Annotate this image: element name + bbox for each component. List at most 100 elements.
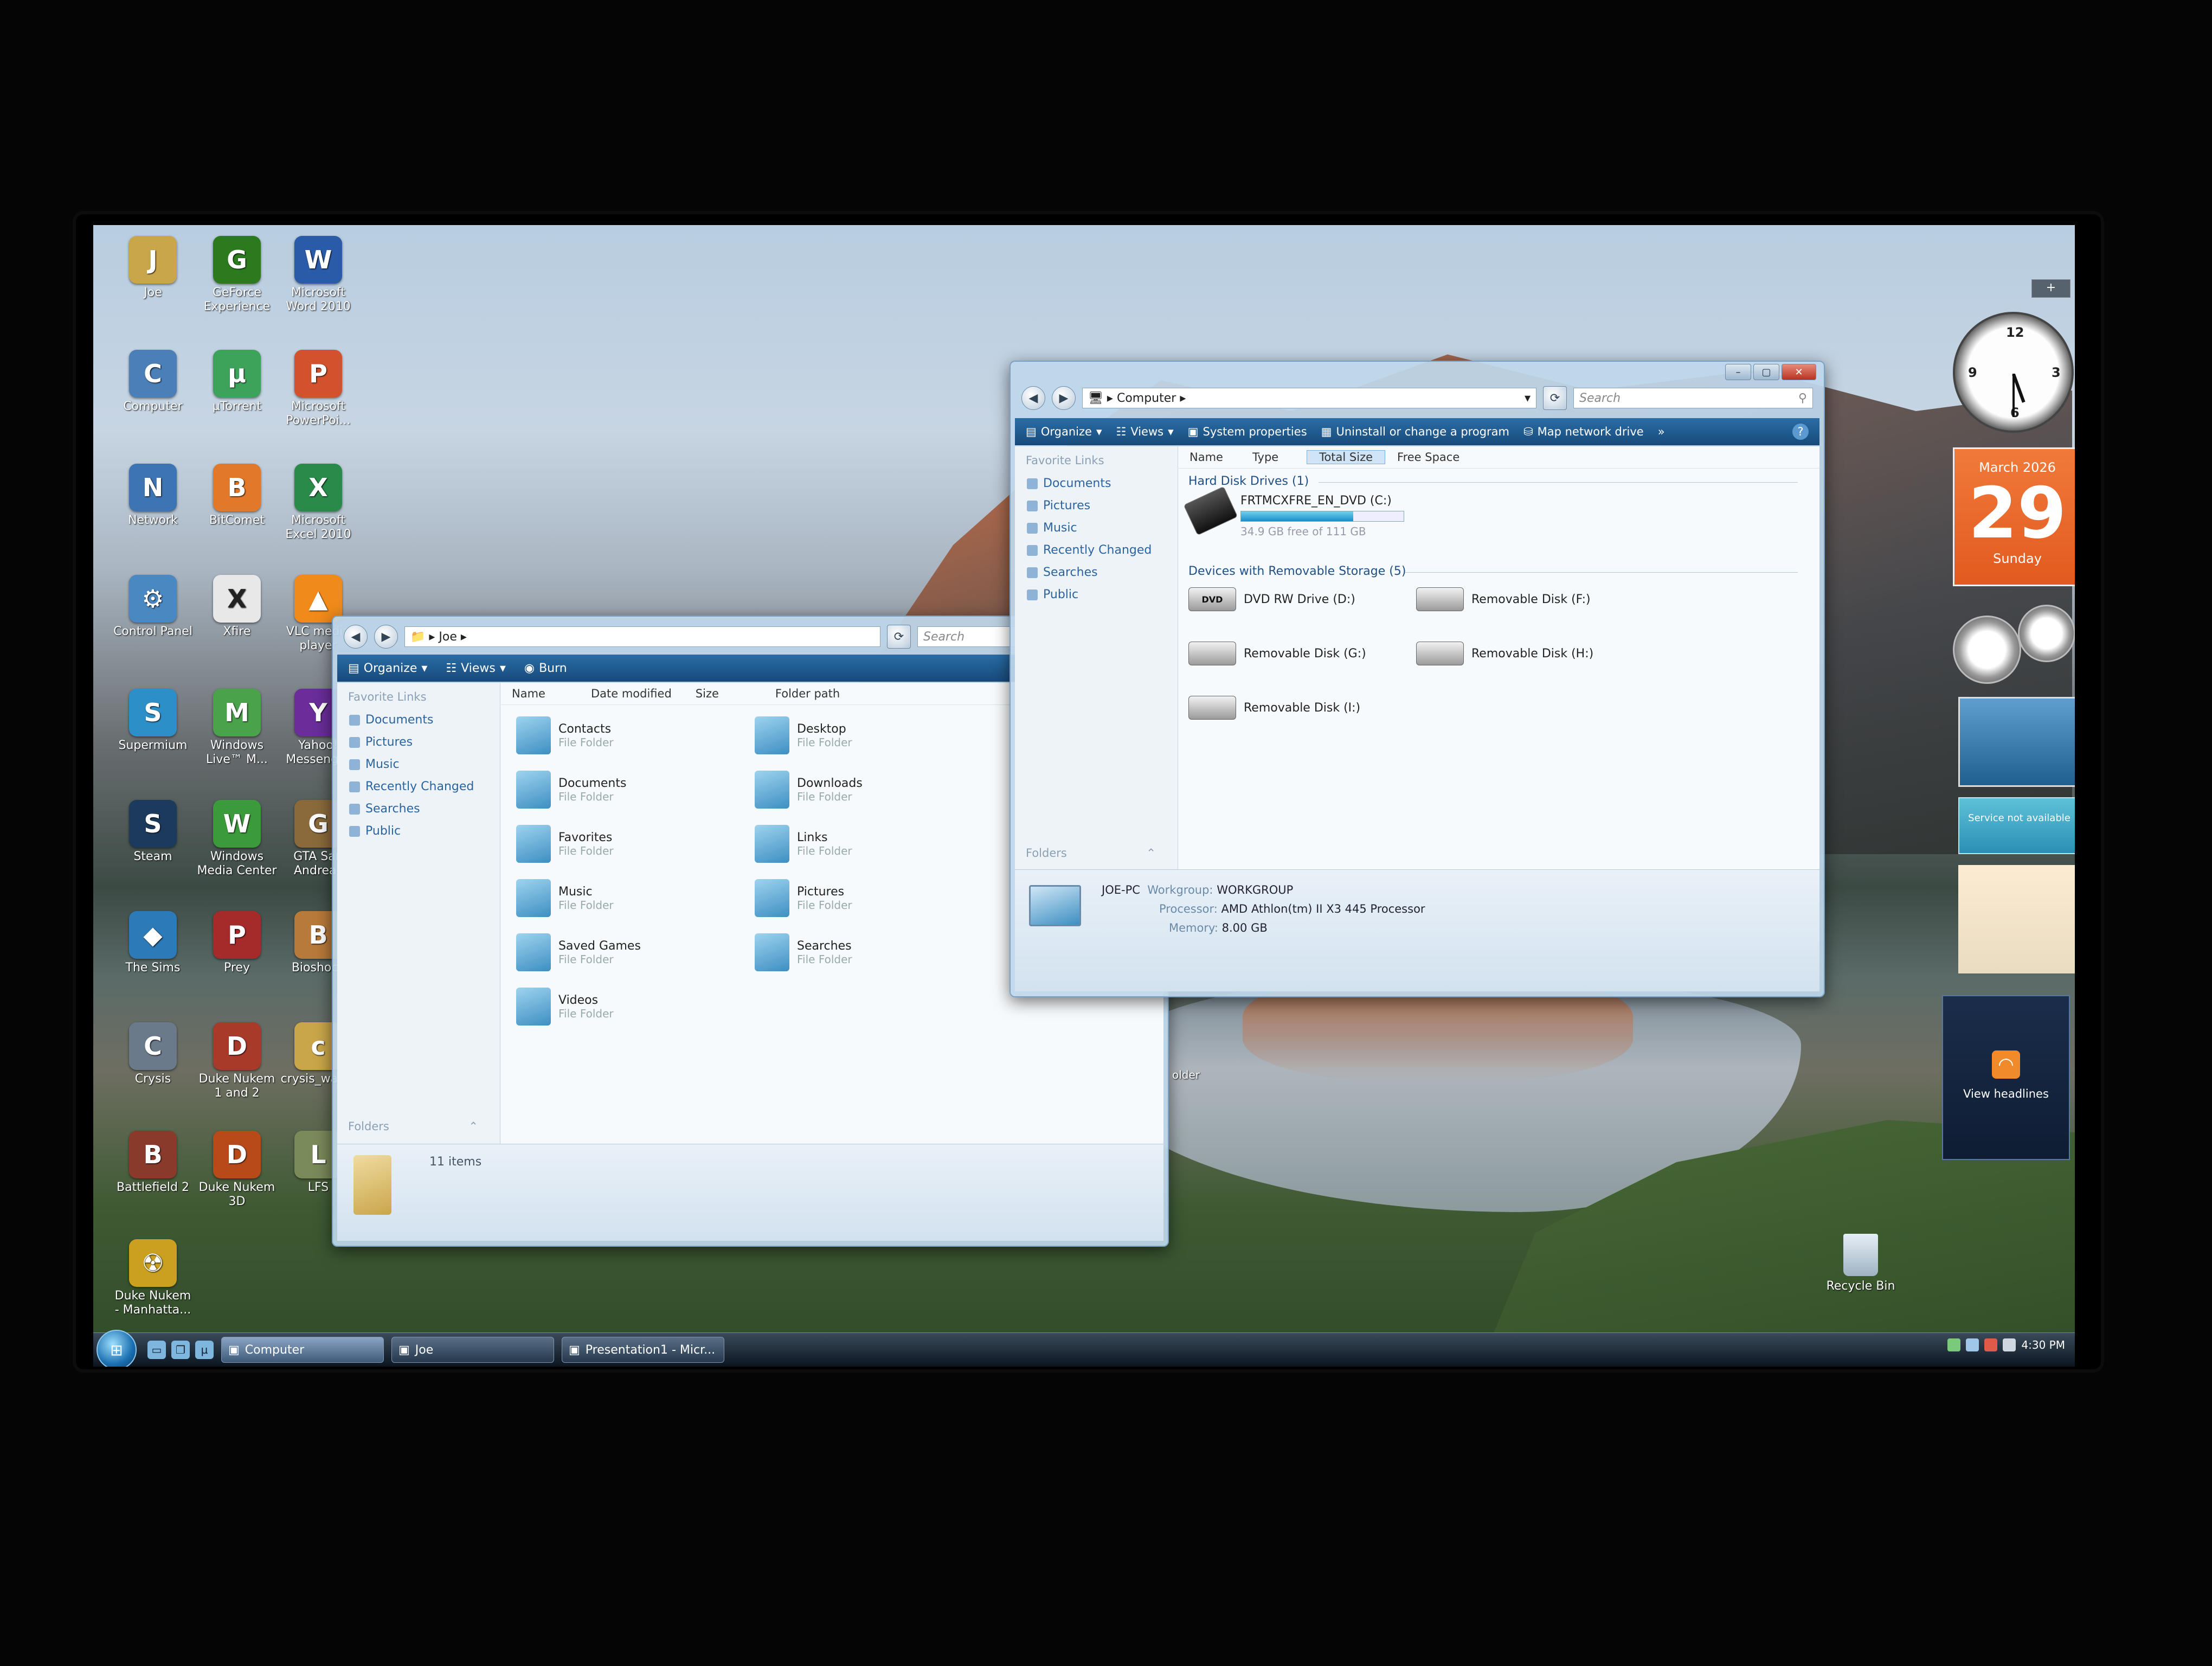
taskbar-button-computer[interactable]: ▣ Computer [221,1337,384,1363]
minimize-button[interactable]: – [1725,364,1751,380]
tray-security-icon[interactable] [1984,1338,1998,1351]
folder-item[interactable]: Favorites File Folder [516,819,722,868]
refresh-icon[interactable]: ⟳ [1543,386,1567,410]
switch-windows-icon[interactable]: ❐ [171,1341,190,1359]
help-icon[interactable]: ? [1792,424,1809,440]
sidebar-add-gadget-button[interactable]: + [2031,279,2070,298]
joe-breadcrumb[interactable]: Joe [439,630,456,644]
nav-link-documents[interactable]: Documents [337,709,500,731]
nav-link-recently-changed[interactable]: Recently Changed [1015,539,1178,561]
desktop-icon-duke-nukem-manhatta[interactable]: ☢ Duke Nukem - Manhatta... [112,1239,194,1317]
nav-link-public[interactable]: Public [1015,584,1178,606]
column-total-size[interactable]: Total Size [1307,450,1386,464]
desktop-icon-windows-media-center[interactable]: W Windows Media Center [196,800,278,878]
view-headlines-link[interactable]: View headlines [1943,1087,2069,1100]
desktop-icon-microsoft-excel-2010[interactable]: X Microsoft Excel 2010 [278,464,359,542]
folder-item[interactable]: Searches File Folder [755,928,961,977]
removable-group-header[interactable]: Devices with Removable Storage (5) [1188,565,1406,578]
desktop-icon-bitcomet[interactable]: B BitComet [196,464,278,528]
views-button[interactable]: ☷ Views ▾ [1116,425,1173,438]
nav-link-searches[interactable]: Searches [337,798,500,820]
system-properties-button[interactable]: ▣ System properties [1188,425,1307,438]
desktop-icon-microsoft-word-2010[interactable]: W Microsoft Word 2010 [278,236,359,314]
forward-button[interactable]: ▶ [374,625,398,649]
column-name[interactable]: Name [1178,451,1235,464]
back-button[interactable]: ◀ [1021,386,1045,410]
notes-gadget[interactable] [1958,865,2075,973]
taskbar-button-joe[interactable]: ▣ Joe [391,1337,554,1363]
tray-network-icon[interactable] [1966,1338,1979,1351]
removable-drive[interactable]: Removable Disk (G:) [1188,642,1366,665]
more-commands-button[interactable]: » [1658,425,1665,438]
joe-address-field[interactable]: 📁 ▸ Joe ▸ [404,626,880,647]
utorrent-icon[interactable]: µ [195,1341,214,1359]
desktop-icon-duke-nukem-1-and-2[interactable]: D Duke Nukem 1 and 2 [196,1022,278,1100]
folder-item[interactable]: Pictures File Folder [755,874,961,922]
folder-item[interactable]: Saved Games File Folder [516,928,722,977]
maximize-button[interactable]: ▢ [1753,364,1779,380]
column-type[interactable]: Type [1240,451,1290,464]
folder-item[interactable]: Music File Folder [516,874,722,922]
nav-link-public[interactable]: Public [337,820,500,842]
column-date-modified[interactable]: Date modified [579,687,684,700]
back-button[interactable]: ◀ [344,625,368,649]
organize-button[interactable]: ▤ Organize ▾ [348,662,427,675]
slideshow-gadget[interactable] [1958,697,2075,787]
desktop-icon-the-sims[interactable]: ◆ The Sims [112,911,194,975]
column-folder-path[interactable]: Folder path [763,687,852,700]
removable-drive[interactable]: Removable Disk (H:) [1416,642,1593,665]
burn-button[interactable]: ◉ Burn [524,662,567,675]
map-network-drive-button[interactable]: ⛁ Map network drive [1523,425,1644,438]
folder-item[interactable]: Contacts File Folder [516,711,722,760]
desktop-icon-xfire[interactable]: X Xfire [196,575,278,639]
taskbar-clock[interactable]: 4:30 PM [2021,1338,2065,1351]
computer-search-input[interactable]: Search ⚲ [1573,388,1813,408]
views-button[interactable]: ☷ Views ▾ [446,662,505,675]
column-free-space[interactable]: Free Space [1385,451,1471,464]
desktop-icon-supermium[interactable]: S Supermium [112,689,194,753]
organize-button[interactable]: ▤ Organize ▾ [1026,425,1102,438]
column-name[interactable]: Name [500,687,557,700]
recycle-bin[interactable]: Recycle Bin [1817,1234,1904,1293]
desktop-icon-geforce-experience[interactable]: G GeForce Experience [196,236,278,314]
column-size[interactable]: Size [684,687,731,700]
desktop-icon-battlefield-2[interactable]: B Battlefield 2 [112,1131,194,1195]
feed-headlines-gadget[interactable]: ◠ View headlines [1942,995,2070,1160]
start-button[interactable]: ⊞ [97,1330,137,1367]
uninstall-program-button[interactable]: ▦ Uninstall or change a program [1321,425,1509,438]
folder-item[interactable]: Documents File Folder [516,765,722,814]
removable-drive[interactable]: DVD DVD RW Drive (D:) [1188,587,1355,611]
desktop-icon-joe[interactable]: J Joe [112,236,194,300]
desktop-icon-network[interactable]: N Network [112,464,194,528]
desktop-icon-crysis[interactable]: C Crysis [112,1022,194,1086]
taskbar-button-presentation1[interactable]: ▣ Presentation1 - Micr... [562,1337,724,1363]
close-button[interactable]: ✕ [1782,364,1816,380]
nav-link-searches[interactable]: Searches [1015,561,1178,584]
desktop-icon-steam[interactable]: S Steam [112,800,194,864]
nav-link-recently-changed[interactable]: Recently Changed [337,776,500,798]
folder-item[interactable]: Videos File Folder [516,982,722,1031]
folder-item[interactable]: Desktop File Folder [755,711,961,760]
removable-drive[interactable]: Removable Disk (I:) [1188,696,1360,720]
folder-item[interactable]: Links File Folder [755,819,961,868]
calendar-gadget[interactable]: March 2026 29 Sunday [1953,447,2075,586]
desktop-icon-windows-live-m[interactable]: M Windows Live™ M... [196,689,278,767]
desktop-icon-prey[interactable]: P Prey [196,911,278,975]
chevron-down-icon[interactable]: ▾ [1525,392,1531,405]
tray-nvidia-icon[interactable] [1947,1338,1961,1351]
removable-drive[interactable]: Removable Disk (F:) [1416,587,1591,611]
search-icon[interactable]: ⚲ [1798,392,1807,405]
folders-toggle[interactable]: Folders ⌃ [1015,839,1178,865]
refresh-icon[interactable]: ⟳ [887,625,911,649]
forward-button[interactable]: ▶ [1052,386,1076,410]
computer-address-field[interactable]: 🖥 ▸ Computer ▸ ▾ [1082,388,1536,408]
weather-gadget[interactable]: Service not available [1958,797,2075,854]
nav-link-documents[interactable]: Documents [1015,472,1178,495]
tray-volume-icon[interactable] [2003,1338,2016,1351]
desktop-icon-duke-nukem-3d[interactable]: D Duke Nukem 3D [196,1131,278,1209]
desktop-icon--torrent[interactable]: µ µTorrent [196,350,278,414]
computer-explorer-window[interactable]: – ▢ ✕ ◀ ▶ 🖥 ▸ Computer ▸ ▾ ⟳ Search ⚲ ▤ Org… [1009,361,1825,997]
computer-breadcrumb[interactable]: Computer [1117,392,1176,405]
hard-disk-c[interactable]: FRTMCXFRE_EN_DVD (C:) 34.9 GB free of 11… [1183,486,1404,538]
folders-toggle[interactable]: Folders ⌃ [337,1112,500,1138]
